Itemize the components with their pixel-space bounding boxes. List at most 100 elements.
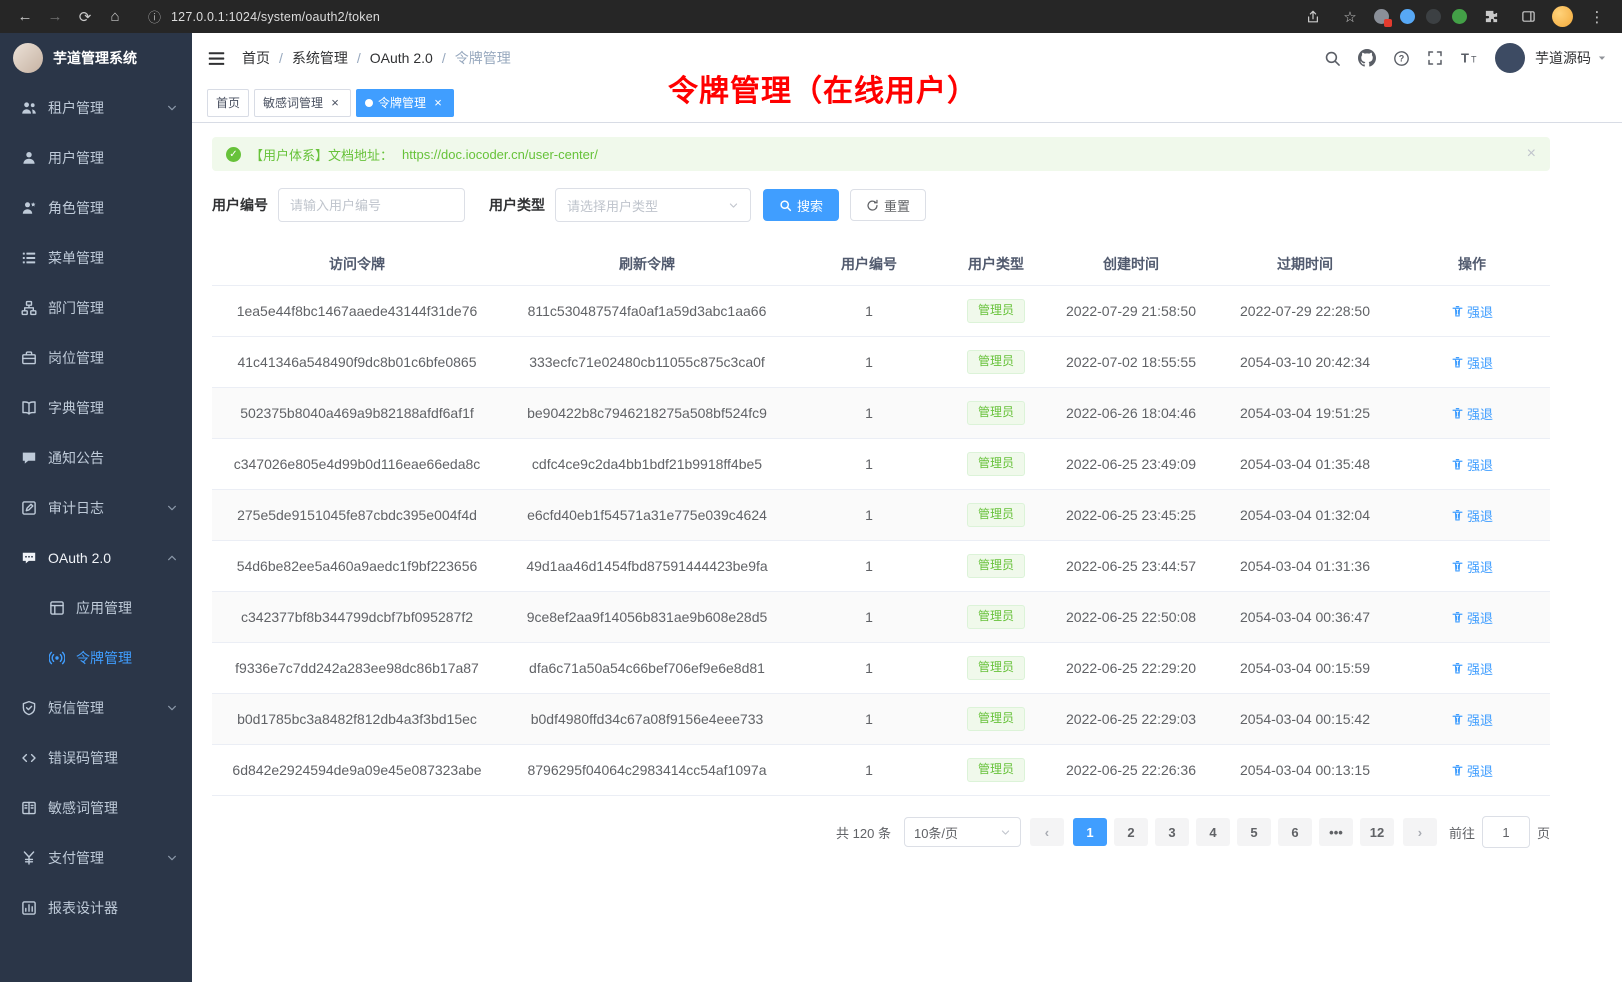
extensions-puzzle-icon[interactable] bbox=[1478, 5, 1504, 29]
github-icon[interactable] bbox=[1358, 49, 1376, 67]
extension-icon[interactable] bbox=[1400, 9, 1415, 24]
page-button-2[interactable]: 2 bbox=[1114, 818, 1148, 846]
alert-close-icon[interactable]: × bbox=[1527, 145, 1536, 163]
page-button-12[interactable]: 12 bbox=[1360, 818, 1394, 846]
table-row: 1ea5e44f8bc1467aaede43144f31de76811c5304… bbox=[212, 286, 1550, 337]
address-bar[interactable]: ⓘ 127.0.0.1:1024/system/oauth2/token bbox=[140, 4, 1288, 30]
username[interactable]: 芋道源码 bbox=[1535, 48, 1591, 68]
sidebar-item-令牌管理[interactable]: 令牌管理 bbox=[0, 633, 192, 683]
pagination-ellipsis[interactable]: ••• bbox=[1319, 818, 1353, 846]
page-button-1[interactable]: 1 bbox=[1073, 818, 1107, 846]
tab-close-icon[interactable]: × bbox=[431, 96, 445, 110]
reset-button[interactable]: 重置 bbox=[850, 189, 926, 221]
sidebar-item-支付管理[interactable]: 支付管理 bbox=[0, 833, 192, 883]
role-icon bbox=[20, 200, 37, 217]
share-icon[interactable] bbox=[1300, 5, 1326, 29]
sidebar-item-应用管理[interactable]: 应用管理 bbox=[0, 583, 192, 633]
force-logout-button[interactable]: 强退 bbox=[1451, 608, 1493, 627]
page-button-3[interactable]: 3 bbox=[1155, 818, 1189, 846]
sidebar-item-岗位管理[interactable]: 岗位管理 bbox=[0, 333, 192, 383]
sidebar-item-用户管理[interactable]: 用户管理 bbox=[0, 133, 192, 183]
breadcrumb-item[interactable]: 首页 bbox=[242, 48, 270, 68]
sidebar-item-菜单管理[interactable]: 菜单管理 bbox=[0, 233, 192, 283]
access-token-cell: c342377bf8b344799dcbf7bf095287f2 bbox=[212, 592, 502, 643]
browser-menu-icon[interactable]: ⋮ bbox=[1584, 5, 1610, 29]
page-button-6[interactable]: 6 bbox=[1278, 818, 1312, 846]
expire-time-cell: 2022-07-29 22:28:50 bbox=[1216, 286, 1394, 337]
back-icon[interactable]: ← bbox=[12, 5, 38, 29]
search-button[interactable]: 搜索 bbox=[763, 189, 839, 221]
breadcrumb-item[interactable]: 系统管理 bbox=[292, 48, 348, 68]
action-cell: 强退 bbox=[1394, 694, 1550, 745]
force-logout-button[interactable]: 强退 bbox=[1451, 761, 1493, 780]
user-type-badge: 管理员 bbox=[967, 452, 1025, 476]
browser-profile-avatar[interactable] bbox=[1552, 6, 1573, 27]
page-button-4[interactable]: 4 bbox=[1196, 818, 1230, 846]
app-logo-row[interactable]: 芋道管理系统 bbox=[0, 33, 192, 83]
action-cell: 强退 bbox=[1394, 592, 1550, 643]
created-time-cell: 2022-07-29 21:58:50 bbox=[1046, 286, 1216, 337]
force-logout-button[interactable]: 强退 bbox=[1451, 557, 1493, 576]
home-icon[interactable]: ⌂ bbox=[102, 5, 128, 29]
force-logout-button[interactable]: 强退 bbox=[1451, 455, 1493, 474]
side-panel-icon[interactable] bbox=[1515, 5, 1541, 29]
force-logout-button[interactable]: 强退 bbox=[1451, 353, 1493, 372]
sidebar-item-短信管理[interactable]: 短信管理 bbox=[0, 683, 192, 733]
refresh-token-cell: dfa6c71a50a54c66bef706ef9e6e8d81 bbox=[502, 643, 792, 694]
sidebar-item-角色管理[interactable]: 角色管理 bbox=[0, 183, 192, 233]
expire-time-cell: 2054-03-04 00:13:15 bbox=[1216, 745, 1394, 796]
force-logout-button[interactable]: 强退 bbox=[1451, 659, 1493, 678]
sidebar-item-审计日志[interactable]: 审计日志 bbox=[0, 483, 192, 533]
caret-down-icon[interactable] bbox=[1597, 53, 1607, 63]
sidebar-item-报表设计器[interactable]: 报表设计器 bbox=[0, 883, 192, 933]
collapse-sidebar-icon[interactable] bbox=[207, 49, 226, 68]
expire-time-cell: 2054-03-04 01:31:36 bbox=[1216, 541, 1394, 592]
table-row: 502375b8040a469a9b82188afdf6af1fbe90422b… bbox=[212, 388, 1550, 439]
force-logout-button[interactable]: 强退 bbox=[1451, 506, 1493, 525]
created-time-cell: 2022-06-25 22:26:36 bbox=[1046, 745, 1216, 796]
tab-令牌管理[interactable]: 令牌管理 × bbox=[356, 89, 454, 117]
tab-首页[interactable]: 首页 bbox=[207, 89, 249, 117]
tab-label: 令牌管理 bbox=[378, 94, 426, 111]
user-id-cell: 1 bbox=[792, 694, 946, 745]
sidebar-item-敏感词管理[interactable]: 敏感词管理 bbox=[0, 783, 192, 833]
extension-icon[interactable] bbox=[1426, 9, 1441, 24]
user-type-badge: 管理员 bbox=[967, 707, 1025, 731]
force-logout-button[interactable]: 强退 bbox=[1451, 404, 1493, 423]
help-icon[interactable]: ? bbox=[1393, 50, 1410, 67]
extension-icon[interactable] bbox=[1374, 9, 1389, 24]
next-page-button[interactable]: › bbox=[1403, 818, 1437, 846]
font-size-icon[interactable]: TT bbox=[1460, 50, 1478, 66]
user-id-input[interactable] bbox=[278, 188, 465, 222]
page-size-select[interactable]: 10条/页 bbox=[904, 817, 1021, 847]
doc-link[interactable]: https://doc.iocoder.cn/user-center/ bbox=[402, 147, 598, 162]
browser-chrome: ← → ⟳ ⌂ ⓘ 127.0.0.1:1024/system/oauth2/t… bbox=[0, 0, 1622, 33]
created-time-cell: 2022-06-25 23:45:25 bbox=[1046, 490, 1216, 541]
goto-page-input[interactable] bbox=[1482, 816, 1530, 848]
created-time-cell: 2022-07-02 18:55:55 bbox=[1046, 337, 1216, 388]
reload-icon[interactable]: ⟳ bbox=[72, 5, 98, 29]
bookmark-star-icon[interactable]: ☆ bbox=[1337, 5, 1363, 29]
user-type-select[interactable]: 请选择用户类型 bbox=[555, 188, 751, 222]
page-button-5[interactable]: 5 bbox=[1237, 818, 1271, 846]
sidebar-item-部门管理[interactable]: 部门管理 bbox=[0, 283, 192, 333]
sidebar-item-字典管理[interactable]: 字典管理 bbox=[0, 383, 192, 433]
sidebar-item-OAuth 2.0[interactable]: OAuth 2.0 bbox=[0, 533, 192, 583]
created-time-cell: 2022-06-25 22:29:03 bbox=[1046, 694, 1216, 745]
extension-icon[interactable] bbox=[1452, 9, 1467, 24]
info-alert: ✓ 【用户体系】文档地址： https://doc.iocoder.cn/use… bbox=[212, 137, 1550, 171]
force-logout-button[interactable]: 强退 bbox=[1451, 710, 1493, 729]
sidebar-item-通知公告[interactable]: 通知公告 bbox=[0, 433, 192, 483]
force-logout-button[interactable]: 强退 bbox=[1451, 302, 1493, 321]
user-avatar[interactable] bbox=[1495, 43, 1525, 73]
breadcrumb-item[interactable]: OAuth 2.0 bbox=[370, 50, 433, 66]
prev-page-button[interactable]: ‹ bbox=[1030, 818, 1064, 846]
sidebar-item-租户管理[interactable]: 租户管理 bbox=[0, 83, 192, 133]
tab-close-icon[interactable]: × bbox=[328, 96, 342, 110]
site-info-icon[interactable]: ⓘ bbox=[148, 7, 161, 26]
forward-icon[interactable]: → bbox=[42, 5, 68, 29]
fullscreen-icon[interactable] bbox=[1427, 50, 1443, 66]
tab-敏感词管理[interactable]: 敏感词管理× bbox=[254, 89, 351, 117]
search-icon[interactable] bbox=[1324, 50, 1341, 67]
sidebar-item-错误码管理[interactable]: 错误码管理 bbox=[0, 733, 192, 783]
